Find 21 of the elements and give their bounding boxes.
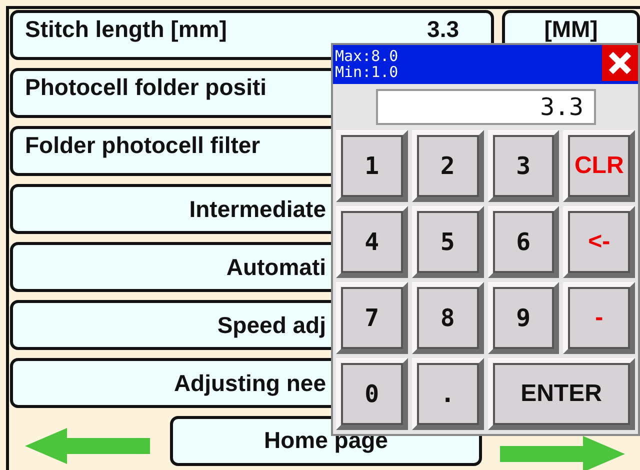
value-field[interactable]: 3.3 (376, 89, 596, 125)
keypad-key[interactable]: 8 (412, 282, 484, 354)
close-icon (607, 50, 633, 76)
keypad-key[interactable]: 9 (488, 282, 560, 354)
keypad-key[interactable]: 2 (412, 130, 484, 202)
setting-label: Stitch length [mm] (25, 16, 227, 42)
right-arrow-icon[interactable] (500, 436, 625, 470)
keypad-key[interactable]: 6 (488, 206, 560, 278)
left-arrow-icon[interactable] (25, 428, 150, 464)
keypad-key[interactable]: 5 (412, 206, 484, 278)
setting-label: Photocell folder positi (25, 74, 267, 100)
keypad-key[interactable]: 7 (336, 282, 408, 354)
keypad-key[interactable]: ENTER (488, 358, 635, 430)
close-button[interactable] (602, 45, 638, 81)
setting-label: Folder photocell filter (25, 132, 260, 158)
keypad-key[interactable]: 4 (336, 206, 408, 278)
keypad-key[interactable]: 1 (336, 130, 408, 202)
keypad-key[interactable]: 0 (336, 358, 408, 430)
keypad-key[interactable]: 3 (488, 130, 560, 202)
setting-value: 3.3 (427, 16, 460, 42)
keypad-key[interactable]: . (412, 358, 484, 430)
